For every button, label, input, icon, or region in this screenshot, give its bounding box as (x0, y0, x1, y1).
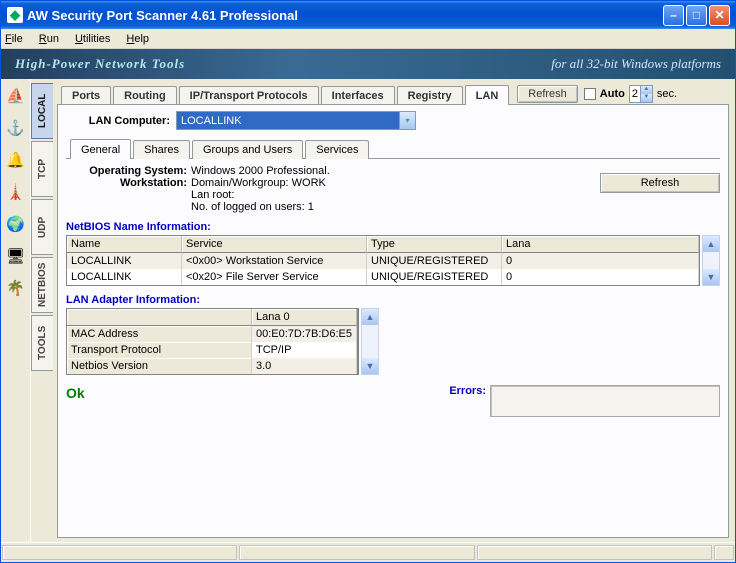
netbios-header-lana[interactable]: Lana (502, 236, 699, 253)
toolbar-ship-icon[interactable]: ⛵ (5, 85, 27, 107)
general-refresh-button[interactable]: Refresh (600, 173, 720, 193)
tab-ip-transport[interactable]: IP/Transport Protocols (179, 86, 319, 104)
adapter-col-header[interactable]: Lana 0 (252, 309, 357, 326)
vtab-netbios[interactable]: NETBIOS (31, 257, 53, 313)
vtab-udp[interactable]: UDP (31, 199, 53, 255)
resize-grip[interactable] (714, 545, 734, 560)
workstation-label: Workstation: (66, 177, 191, 189)
status-ok: Ok (66, 385, 85, 401)
toolbar-buoy-icon[interactable]: 🔔 (5, 149, 27, 171)
scroll-down-icon[interactable]: ▼ (362, 358, 378, 374)
workstation-line2: Lan root: (191, 189, 600, 201)
os-value: Windows 2000 Professional. (191, 165, 600, 177)
subtab-shares[interactable]: Shares (133, 140, 190, 159)
maximize-button[interactable]: □ (686, 5, 707, 26)
top-refresh-button[interactable]: Refresh (517, 85, 578, 103)
vertical-tabs: LOCAL TCP UDP NETBIOS TOOLS (31, 79, 53, 542)
tab-ports[interactable]: Ports (61, 86, 111, 104)
auto-value: 2 (632, 88, 638, 100)
spinner-up-icon[interactable]: ▲ (640, 86, 652, 94)
subtab-groups-users[interactable]: Groups and Users (192, 140, 303, 159)
top-tabs: Ports Routing IP/Transport Protocols Int… (57, 83, 729, 105)
toolbar-globe-icon[interactable]: 🌍 (5, 213, 27, 235)
netbios-section-title: NetBIOS Name Information: (66, 221, 720, 233)
auto-unit: sec. (657, 88, 677, 100)
toolbar-palm-icon[interactable]: 🌴 (5, 277, 27, 299)
banner-right: for all 32-bit Windows platforms (551, 56, 721, 72)
menu-run[interactable]: Run (39, 33, 59, 45)
vtab-tools[interactable]: TOOLS (31, 315, 53, 371)
toolbar-anchor-icon[interactable]: ⚓ (5, 117, 27, 139)
adapter-empty-area (358, 308, 359, 375)
tab-interfaces[interactable]: Interfaces (321, 86, 395, 104)
main-panel: LAN Computer: LOCALLINK ▾ General Shares… (57, 105, 729, 538)
table-row[interactable]: LOCALLINK <0x00> Workstation Service UNI… (67, 253, 699, 269)
subtab-services[interactable]: Services (305, 140, 369, 159)
netbios-header-type[interactable]: Type (367, 236, 502, 253)
table-row[interactable]: Netbios Version 3.0 (67, 358, 357, 374)
title-bar[interactable]: ◆ AW Security Port Scanner 4.61 Professi… (1, 1, 735, 29)
scroll-down-icon[interactable]: ▼ (703, 269, 719, 285)
window-title: AW Security Port Scanner 4.61 Profession… (27, 8, 298, 23)
workstation-line1: Domain/Workgroup: WORK (191, 177, 600, 189)
table-row[interactable]: Transport Protocol TCP/IP (67, 342, 357, 358)
errors-box (490, 385, 720, 417)
scroll-up-icon[interactable]: ▲ (703, 236, 719, 252)
toolbar-lighthouse-icon[interactable]: 🗼 (5, 181, 27, 203)
netbios-header-service[interactable]: Service (182, 236, 367, 253)
auto-label: Auto (600, 88, 625, 100)
dropdown-icon[interactable]: ▾ (399, 112, 415, 129)
adapter-table: Lana 0 MAC Address 00:E0:7D:7B:D6:E5 Tra… (66, 308, 358, 375)
lan-computer-label: LAN Computer: (76, 115, 176, 127)
banner: High-Power Network Tools for all 32-bit … (1, 49, 735, 79)
scroll-up-icon[interactable]: ▲ (362, 309, 378, 325)
close-button[interactable]: ✕ (709, 5, 730, 26)
banner-left: High-Power Network Tools (15, 56, 185, 72)
left-toolbar: ⛵ ⚓ 🔔 🗼 🌍 🖥 🌴 (1, 79, 31, 542)
status-segment (239, 545, 474, 560)
tab-lan[interactable]: LAN (465, 85, 510, 105)
sub-tabs: General Shares Groups and Users Services (66, 138, 720, 159)
table-row[interactable]: MAC Address 00:E0:7D:7B:D6:E5 (67, 326, 357, 342)
workstation-line3: No. of logged on users: 1 (191, 201, 600, 213)
os-label: Operating System: (66, 165, 191, 177)
tab-registry[interactable]: Registry (397, 86, 463, 104)
body: ⛵ ⚓ 🔔 🗼 🌍 🖥 🌴 LOCAL TCP UDP NETBIOS TOOL… (1, 79, 735, 542)
status-segment (2, 545, 237, 560)
menu-bar: File Run Utilities Help (1, 29, 735, 49)
netbios-table: Name Service Type Lana LOCALLINK <0x00> … (66, 235, 700, 286)
spinner-down-icon[interactable]: ▼ (640, 94, 652, 102)
table-row[interactable]: LOCALLINK <0x20> File Server Service UNI… (67, 269, 699, 285)
auto-checkbox[interactable] (584, 88, 596, 100)
lan-computer-value: LOCALLINK (181, 115, 242, 127)
lan-computer-select[interactable]: LOCALLINK ▾ (176, 111, 416, 130)
menu-file[interactable]: File (5, 33, 23, 45)
app-icon: ◆ (7, 7, 23, 23)
auto-interval-spinner[interactable]: 2 ▲▼ (629, 85, 653, 103)
minimize-button[interactable]: – (663, 5, 684, 26)
adapter-section-title: LAN Adapter Information: (66, 294, 720, 306)
netbios-header-name[interactable]: Name (67, 236, 182, 253)
adapter-scrollbar[interactable]: ▲ ▼ (361, 308, 379, 375)
menu-help[interactable]: Help (126, 33, 149, 45)
main-area: Ports Routing IP/Transport Protocols Int… (53, 79, 735, 542)
errors-label: Errors: (449, 385, 486, 397)
app-window: ◆ AW Security Port Scanner 4.61 Professi… (0, 0, 736, 563)
status-segment (477, 545, 712, 560)
status-bar (1, 542, 735, 562)
netbios-scrollbar[interactable]: ▲ ▼ (702, 235, 720, 286)
toolbar-monitor-icon[interactable]: 🖥 (5, 245, 27, 267)
menu-utilities[interactable]: Utilities (75, 33, 110, 45)
subtab-general[interactable]: General (70, 139, 131, 159)
tab-routing[interactable]: Routing (113, 86, 177, 104)
vtab-local[interactable]: LOCAL (31, 83, 53, 139)
vtab-tcp[interactable]: TCP (31, 141, 53, 197)
